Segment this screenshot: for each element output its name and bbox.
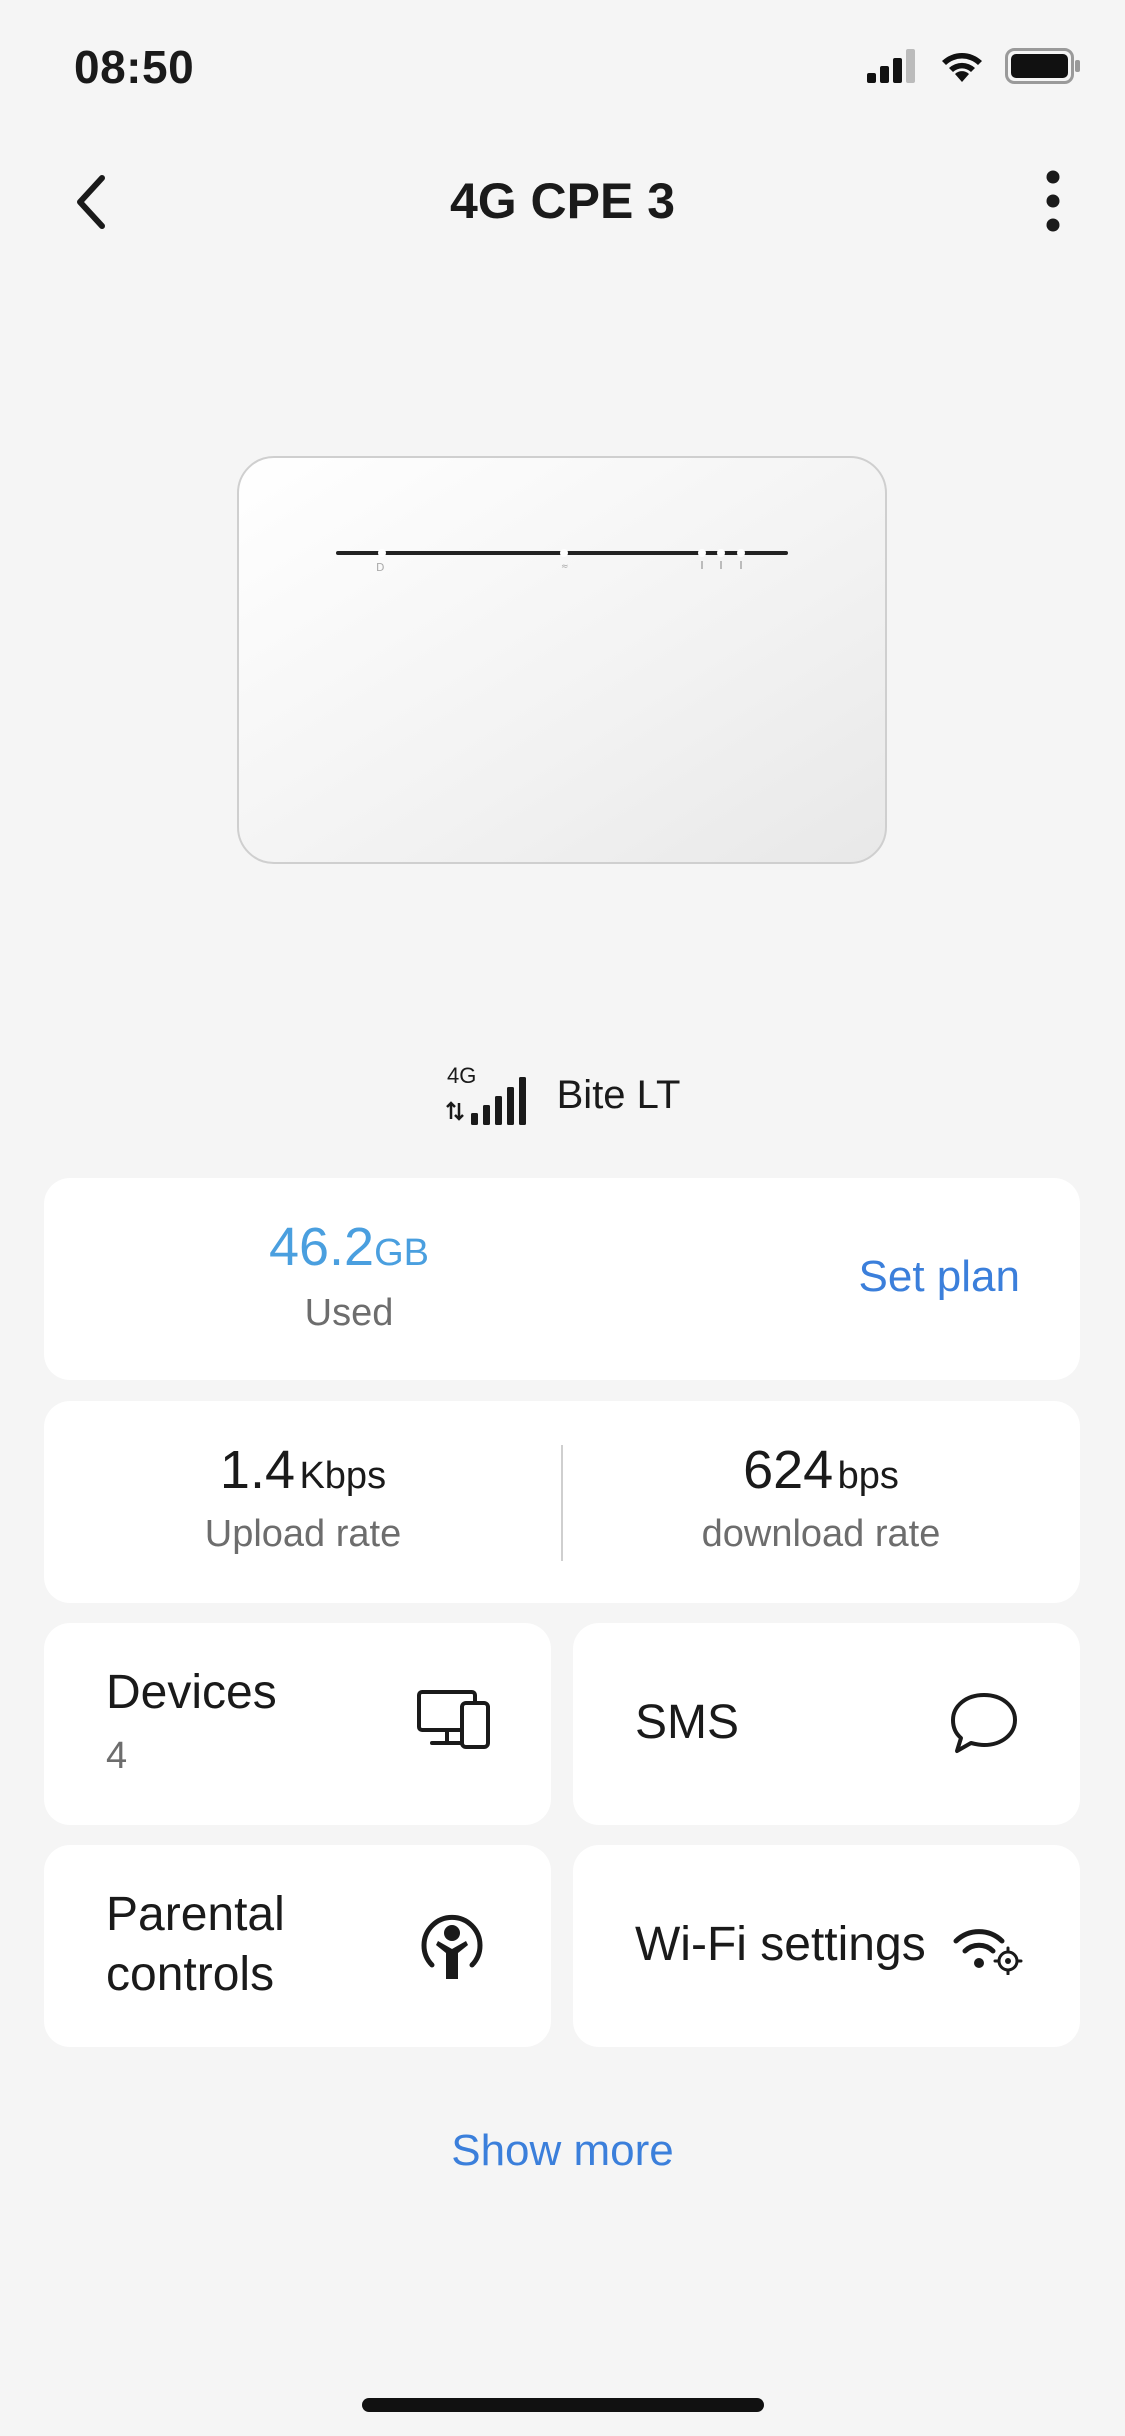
cellular-signal-icon <box>867 49 915 83</box>
status-time: 08:50 <box>74 41 195 93</box>
upload-rate-number: 1.4 <box>219 1440 295 1500</box>
status-icons <box>867 48 1081 84</box>
svg-text:D: D <box>376 561 384 574</box>
set-plan-button[interactable]: Set plan <box>859 1252 1020 1302</box>
signal-icon: 4G <box>445 1063 526 1125</box>
battery-icon <box>1005 48 1080 84</box>
devices-count: 4 <box>106 1735 128 1777</box>
page-title: 4G CPE 3 <box>449 173 676 229</box>
status-bar: 08:50 <box>0 0 1125 132</box>
chat-icon <box>951 1693 1017 1753</box>
data-used-label: Used <box>304 1292 394 1334</box>
parental-icon <box>421 1914 483 1979</box>
data-used-unit: GB <box>374 1232 429 1274</box>
devices-icon <box>417 1690 490 1749</box>
carrier-name: Bite LT <box>556 1072 681 1117</box>
download-rate-value: 624 bps <box>562 1439 1080 1501</box>
upload-rate-label: Upload rate <box>204 1513 402 1555</box>
download-rate-unit: bps <box>837 1455 899 1497</box>
data-plan-card: 46.2GB Used Set plan <box>44 1178 1080 1380</box>
devices-tile[interactable]: Devices 4 <box>44 1623 551 1825</box>
svg-text:≈: ≈ <box>561 562 569 572</box>
wifi-settings-icon <box>953 1929 1023 1975</box>
more-vertical-icon <box>1046 170 1060 232</box>
download-rate-number: 624 <box>743 1440 834 1500</box>
download-rate: 624 bps download rate <box>562 1439 1080 1556</box>
router-image: D ≈ <box>237 456 887 864</box>
upload-rate-value: 1.4 Kbps <box>44 1439 562 1501</box>
wifi-settings-tile[interactable]: Wi-Fi settings <box>573 1845 1080 2047</box>
rates-card: 1.4 Kbps Upload rate 624 bps download ra… <box>44 1401 1080 1603</box>
upload-rate: 1.4 Kbps Upload rate <box>44 1439 562 1556</box>
wifi-status-icon <box>942 53 982 82</box>
wifi-settings-label: Wi-Fi settings <box>635 1918 926 1971</box>
devices-label: Devices <box>106 1666 277 1719</box>
more-options-button[interactable] <box>1021 164 1085 238</box>
parental-label-line2: controls <box>106 1948 275 2001</box>
data-used-value: 46.2GB <box>154 1216 544 1278</box>
parental-label-line1: Parental <box>106 1888 285 1941</box>
nav-bar: 4G CPE 3 <box>0 150 1125 246</box>
upload-rate-unit: Kbps <box>299 1455 387 1497</box>
download-rate-label: download rate <box>701 1513 941 1555</box>
sms-tile[interactable]: SMS <box>573 1623 1080 1825</box>
network-status: 4G Bite LT <box>0 1063 1125 1127</box>
parental-controls-tile[interactable]: Parental controls <box>44 1845 551 2047</box>
home-indicator <box>362 2398 764 2412</box>
data-used-number: 46.2 <box>268 1217 375 1277</box>
show-more-button[interactable]: Show more <box>0 2126 1125 2176</box>
sms-label: SMS <box>635 1696 740 1749</box>
network-type: 4G <box>447 1063 476 1088</box>
